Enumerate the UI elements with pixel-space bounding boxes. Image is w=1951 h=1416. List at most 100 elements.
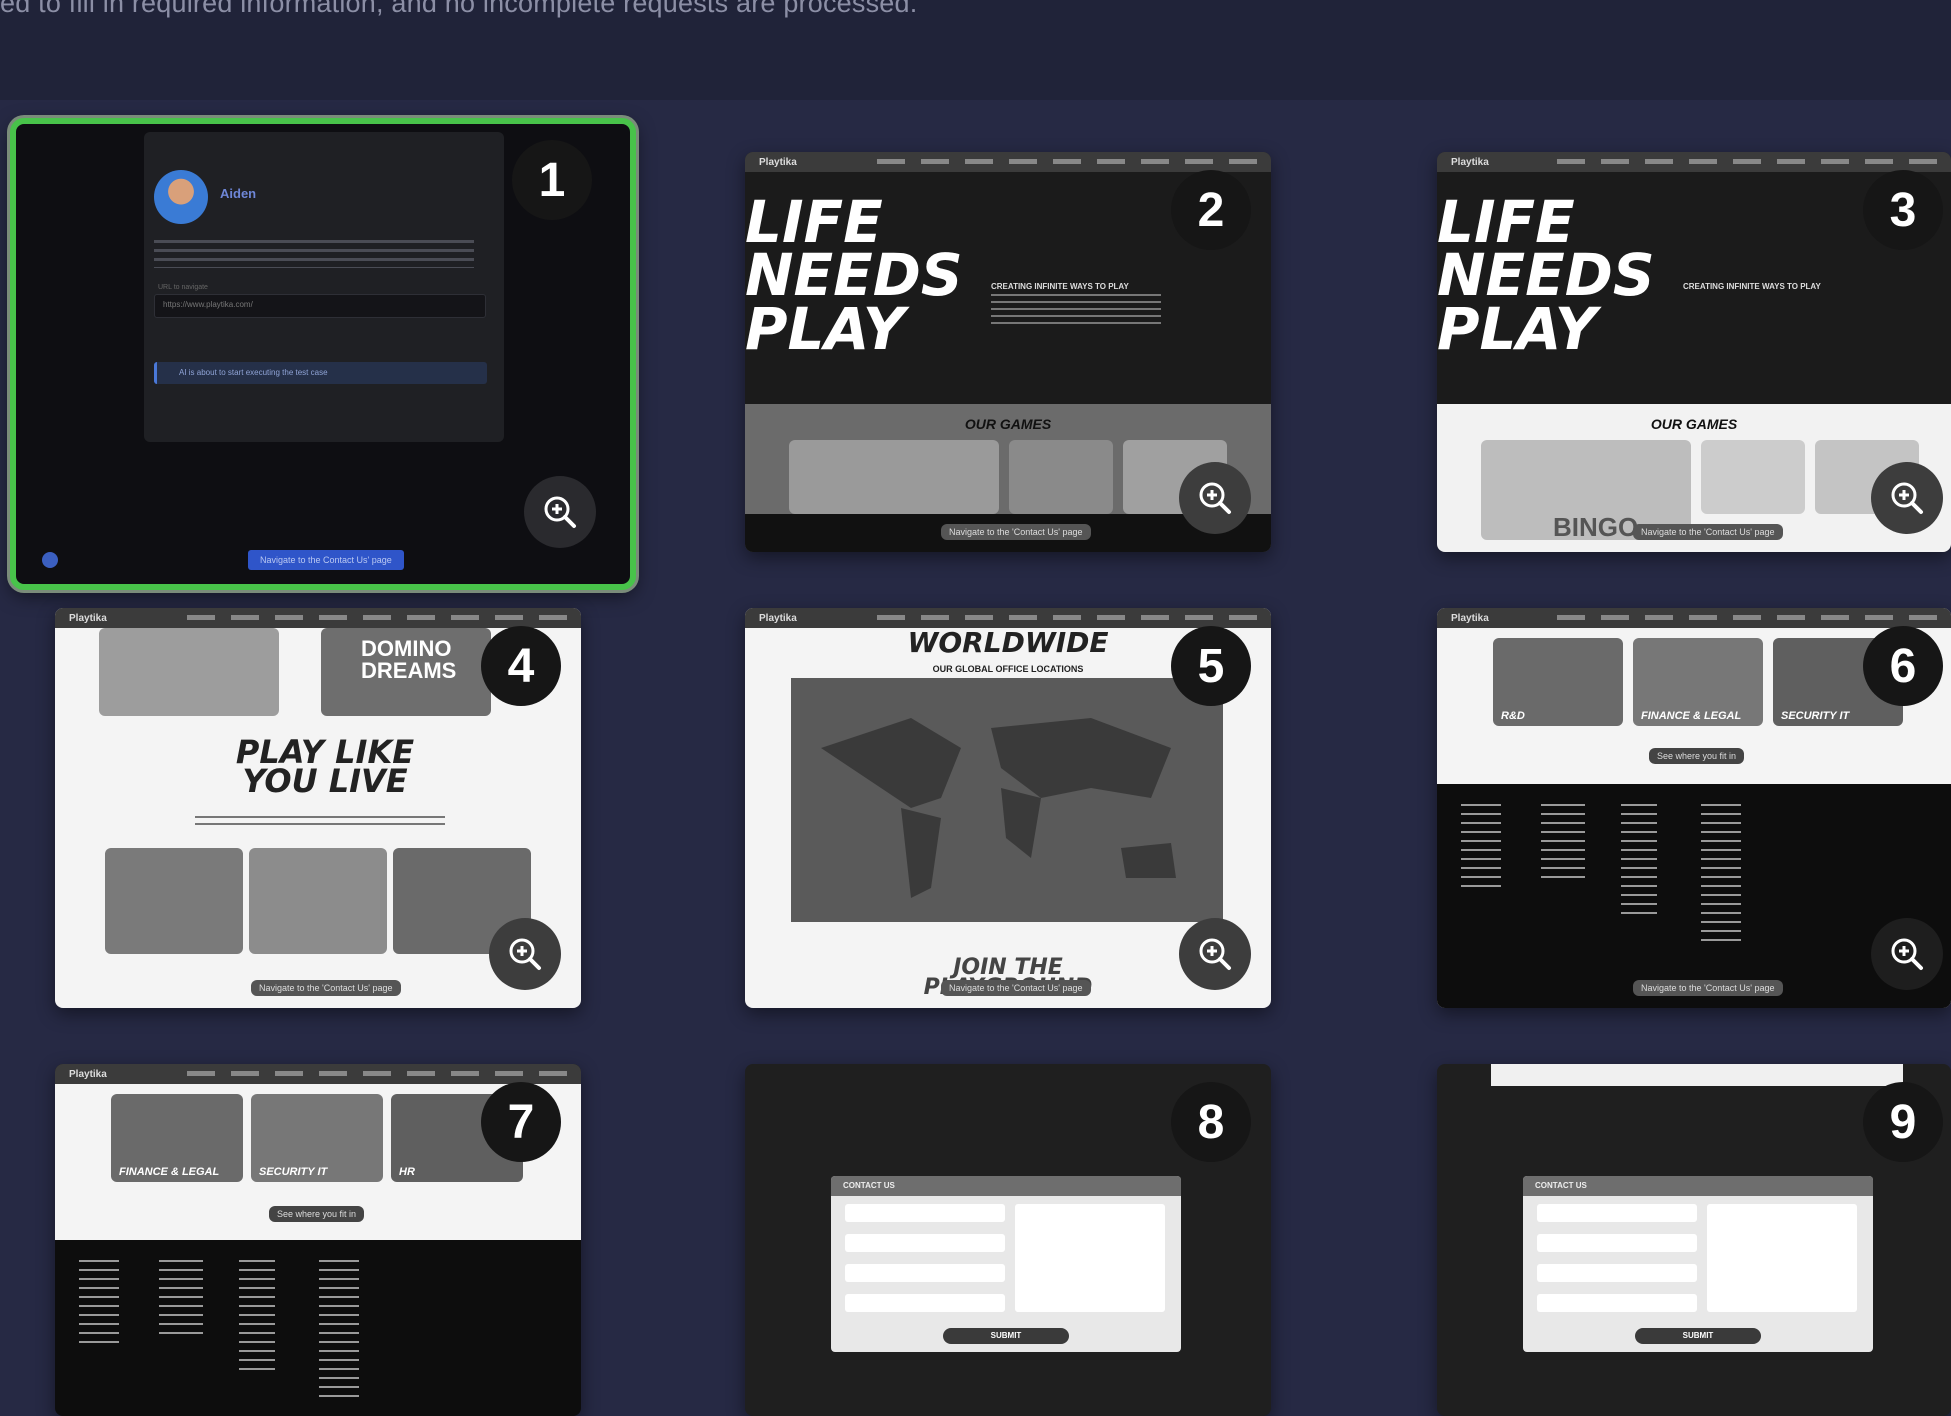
form-field[interactable] [845,1234,1005,1252]
form-title: CONTACT US [843,1181,895,1190]
step-number-1: 1 [512,140,592,220]
thumbnail-4[interactable]: Playtika DOMINO DREAMS PLAY LIKE YOU LIV… [55,608,581,1008]
step-number-7: 7 [481,1082,561,1162]
game-title: DOMINO DREAMS [361,636,457,683]
screenshot-grid: Aiden URL to navigate https://www.playti… [0,100,1951,1416]
zoom-in-icon[interactable] [1179,918,1251,990]
site-nav: Playtika [55,1064,581,1084]
team-tile: SECURITY IT [251,1094,383,1182]
thumbnail-7[interactable]: Playtika FINANCE & LEGAL SECURITY IT HR … [55,1064,581,1416]
chat-toggle-icon[interactable] [42,552,58,568]
action-button[interactable]: Navigate to the Contact Us' page [248,550,404,570]
game-card [1701,440,1805,514]
form-field[interactable] [1537,1234,1697,1252]
zoom-in-icon[interactable] [1871,462,1943,534]
submit-button[interactable]: SUBMIT [943,1328,1069,1344]
status-text: AI is about to start executing the test … [179,368,328,377]
footer-links [239,1260,275,1370]
thumbnail-6[interactable]: Playtika R&D FINANCE & LEGAL SECURITY IT… [1437,608,1951,1008]
footer-links [159,1260,203,1340]
team-tile: FINANCE & LEGAL [1633,638,1763,726]
chat-card: Aiden URL to navigate https://www.playti… [144,132,504,442]
action-label: Navigate to the 'Contact Us' page [1633,524,1783,540]
world-map [791,678,1223,922]
brand-logo: Playtika [69,612,107,624]
hero-copy [991,294,1161,328]
step-number-9: 9 [1863,1082,1943,1162]
step-number-3: 3 [1863,170,1943,250]
intro-text: ed to fill in required information, and … [0,0,918,18]
team-tile: FINANCE & LEGAL [111,1094,243,1182]
form-field[interactable] [845,1264,1005,1282]
message-field[interactable] [1707,1204,1857,1312]
culture-photo [105,848,243,954]
form-field[interactable] [845,1294,1005,1312]
site-nav: Playtika [745,608,1271,628]
game-card [1009,440,1113,514]
game-banner [99,628,279,716]
thumbnail-5[interactable]: Playtika WORLDWIDE OUR GLOBAL OFFICE LOC… [745,608,1271,1008]
game-title: BINGO [1553,512,1639,542]
tagline: CREATING INFINITE WAYS TO PLAY [1683,282,1821,291]
hero-copy [195,816,445,830]
game-card [789,440,999,514]
section-title: OUR GAMES [964,416,1052,432]
zoom-in-icon[interactable] [1179,462,1251,534]
site-nav: Playtika [745,152,1271,172]
brand-logo: Playtika [69,1068,107,1080]
contact-form: CONTACT US SUBMIT [831,1176,1181,1352]
user-name: Aiden [220,186,257,201]
brand-logo: Playtika [759,612,797,624]
form-field[interactable] [1537,1264,1697,1282]
thumbnail-8[interactable]: CONTACT US SUBMIT 8 [745,1064,1271,1416]
footer-links [1701,804,1741,944]
submit-button[interactable]: SUBMIT [1635,1328,1761,1344]
form-field[interactable] [1537,1294,1697,1312]
step-number-8: 8 [1171,1082,1251,1162]
team-tile: R&D [1493,638,1623,726]
game-banner: DOMINO DREAMS [321,628,491,716]
site-nav: Playtika [1437,152,1951,172]
cta-button[interactable]: See where you fit in [269,1206,365,1222]
message-field[interactable] [1015,1204,1165,1312]
header-band: ed to fill in required information, and … [0,0,1951,100]
zoom-in-icon[interactable] [1871,918,1943,990]
thumbnail-2[interactable]: Playtika LIFE NEEDS PLAY CREATING INFINI… [745,152,1271,552]
tile-label: FINANCE & LEGAL [119,1166,220,1178]
thumbnail-1[interactable]: Aiden URL to navigate https://www.playti… [10,118,636,590]
form-field[interactable] [1537,1204,1697,1222]
site-footer [1437,784,1951,1008]
tile-label: SECURITY IT [259,1166,328,1178]
zoom-in-icon[interactable] [489,918,561,990]
contact-form: CONTACT US SUBMIT [1523,1176,1873,1352]
cta-button[interactable]: See where you fit in [1649,748,1745,764]
step-number-4: 4 [481,626,561,706]
hero-title: LIFE NEEDS PLAY [1437,188,1655,363]
message-lines [154,240,474,268]
brand-logo: Playtika [1451,156,1489,168]
action-label: Navigate to the 'Contact Us' page [941,980,1091,996]
url-label: URL to navigate [158,284,208,291]
brand-logo: Playtika [1451,612,1489,624]
zoom-in-icon[interactable] [524,476,596,548]
footer-links [1461,804,1501,894]
tile-label: SECURITY IT [1781,710,1850,722]
culture-photo [249,848,387,954]
hero-title: LIFE NEEDS PLAY [745,188,963,363]
site-nav: Playtika [55,608,581,628]
step-number-5: 5 [1171,626,1251,706]
form-field[interactable] [845,1204,1005,1222]
step-number-6: 6 [1863,626,1943,706]
action-label: Navigate to the 'Contact Us' page [1633,980,1783,996]
thumbnail-9[interactable]: CONTACT US SUBMIT 9 [1437,1064,1951,1416]
hero-title: PLAY LIKE YOU LIVE [235,733,415,801]
footer-links [79,1260,119,1350]
form-header: CONTACT US [831,1176,1181,1196]
tagline: CREATING INFINITE WAYS TO PLAY [991,282,1129,291]
site-nav: Playtika [1437,608,1951,628]
footer-links [319,1260,359,1400]
tile-label: FINANCE & LEGAL [1641,710,1742,722]
url-field[interactable]: https://www.playtika.com/ [154,294,486,318]
step-number-2: 2 [1171,170,1251,250]
thumbnail-3[interactable]: Playtika LIFE NEEDS PLAY CREATING INFINI… [1437,152,1951,552]
